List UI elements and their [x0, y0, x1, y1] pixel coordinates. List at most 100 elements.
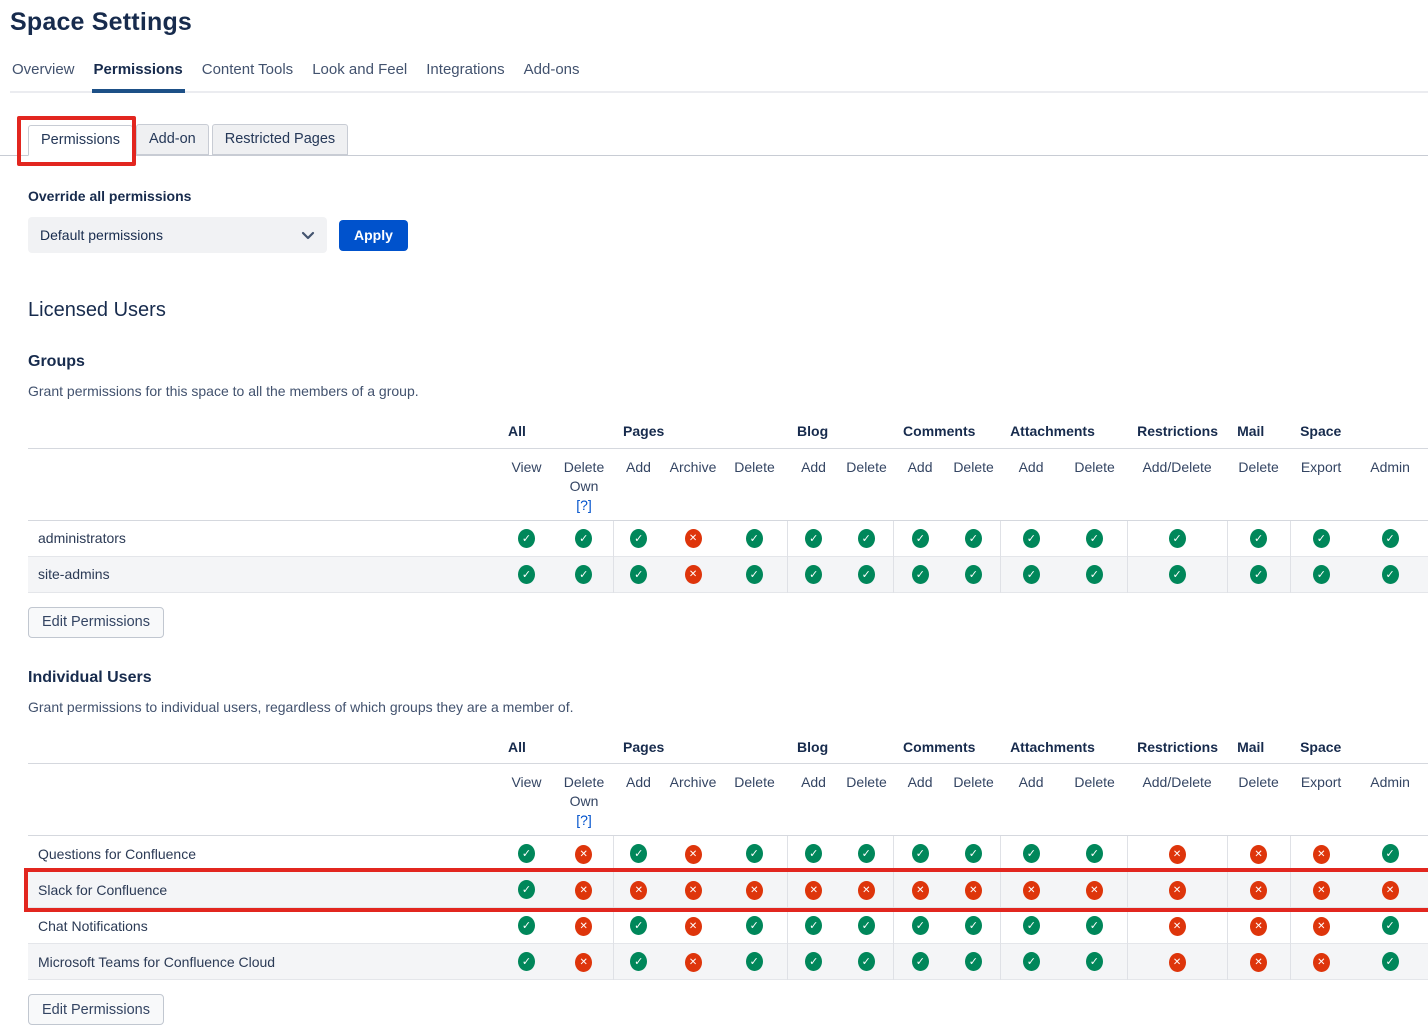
permission-allowed-icon: ✓ [1382, 952, 1399, 971]
nav-item-add-ons[interactable]: Add-ons [522, 57, 582, 91]
perm-cell: ✕ [1290, 908, 1352, 944]
permission-allowed-icon: ✓ [746, 916, 763, 935]
page-title: Space Settings [10, 8, 1428, 37]
edit-groups-permissions-button[interactable]: Edit Permissions [28, 607, 164, 638]
column-header-view: View [498, 764, 555, 836]
permission-denied-icon: ✕ [575, 881, 592, 900]
permission-allowed-icon: ✓ [965, 844, 982, 863]
licensed-users-heading: Licensed Users [28, 299, 1428, 322]
permission-allowed-icon: ✓ [575, 529, 592, 548]
permission-denied-icon: ✕ [1250, 845, 1267, 864]
subtab-bar: PermissionsAdd-onRestricted Pages [0, 124, 1428, 156]
apply-button[interactable]: Apply [339, 220, 408, 251]
permission-allowed-icon: ✓ [1086, 844, 1103, 863]
column-header-export: Export [1290, 448, 1352, 520]
permission-allowed-icon: ✓ [1382, 844, 1399, 863]
table-row-chat-notifications: Chat Notifications✓✕✓✕✓✓✓✓✓✓✓✕✕✕✓ [28, 908, 1428, 944]
permission-denied-icon: ✕ [1169, 845, 1186, 864]
permission-denied-icon: ✕ [685, 845, 702, 864]
permission-allowed-icon: ✓ [1086, 529, 1103, 548]
perm-cell: ✓ [947, 836, 1000, 872]
subtab-add-on[interactable]: Add-on [136, 124, 209, 155]
permission-allowed-icon: ✓ [1086, 952, 1103, 971]
individual-permissions-table: AllPagesBlogCommentsAttachmentsRestricti… [28, 731, 1428, 981]
perm-cell: ✕ [555, 836, 613, 872]
perm-cell: ✕ [555, 872, 613, 908]
permission-denied-icon: ✕ [1169, 953, 1186, 972]
perm-cell: ✓ [722, 556, 787, 592]
permission-denied-icon: ✕ [1169, 881, 1186, 900]
column-header-export: Export [1290, 764, 1352, 836]
perm-cell: ✓ [1000, 908, 1062, 944]
permission-allowed-icon: ✓ [965, 916, 982, 935]
perm-cell: ✓ [498, 908, 555, 944]
column-header-add-delete: Add/Delete [1127, 764, 1227, 836]
permission-allowed-icon: ✓ [1023, 844, 1040, 863]
permission-allowed-icon: ✓ [1313, 529, 1330, 548]
edit-individual-permissions-button[interactable]: Edit Permissions [28, 994, 164, 1025]
permission-allowed-icon: ✓ [912, 565, 929, 584]
column-header-delete: Delete [1227, 764, 1290, 836]
perm-cell: ✓ [613, 908, 664, 944]
nav-item-look-and-feel[interactable]: Look and Feel [310, 57, 409, 91]
subtab-restricted-pages[interactable]: Restricted Pages [212, 124, 348, 155]
perm-cell: ✓ [498, 520, 555, 556]
permissions-dropdown[interactable]: Default permissions [28, 217, 327, 253]
column-group-blog: Blog [787, 731, 893, 764]
perm-cell: ✓ [840, 908, 893, 944]
nav-item-content-tools[interactable]: Content Tools [200, 57, 295, 91]
nav-item-overview[interactable]: Overview [10, 57, 77, 91]
permission-allowed-icon: ✓ [1086, 565, 1103, 584]
column-header-archive: Archive [664, 764, 722, 836]
perm-cell: ✓ [498, 556, 555, 592]
perm-cell: ✓ [787, 944, 840, 980]
subtab-permissions[interactable]: Permissions [28, 125, 133, 156]
perm-cell: ✓ [787, 520, 840, 556]
column-header-view: View [498, 448, 555, 520]
permission-allowed-icon: ✓ [965, 529, 982, 548]
perm-cell: ✓ [1352, 908, 1428, 944]
column-group-attachments: Attachments [1000, 731, 1127, 764]
perm-cell: ✓ [1062, 556, 1127, 592]
permission-denied-icon: ✕ [1086, 881, 1103, 900]
permission-allowed-icon: ✓ [858, 952, 875, 971]
delete-own-help-link[interactable]: [?] [555, 811, 613, 830]
row-name: administrators [28, 520, 498, 556]
permission-denied-icon: ✕ [1169, 917, 1186, 936]
column-group-mail: Mail [1227, 415, 1290, 448]
permission-allowed-icon: ✓ [1382, 565, 1399, 584]
column-header-delete-own: Delete Own[?] [555, 448, 613, 520]
perm-cell: ✓ [840, 520, 893, 556]
perm-cell: ✓ [787, 908, 840, 944]
permission-allowed-icon: ✓ [518, 880, 535, 899]
annotation-box-subtab [17, 116, 136, 166]
groups-description: Grant permissions for this space to all … [28, 383, 1428, 399]
permission-allowed-icon: ✓ [630, 529, 647, 548]
permission-allowed-icon: ✓ [746, 952, 763, 971]
nav-item-permissions[interactable]: Permissions [92, 57, 185, 93]
perm-cell: ✓ [1352, 556, 1428, 592]
column-header-delete: Delete [1062, 764, 1127, 836]
delete-own-help-link[interactable]: [?] [555, 496, 613, 515]
column-header-add: Add [1000, 448, 1062, 520]
permission-allowed-icon: ✓ [1250, 529, 1267, 548]
permission-allowed-icon: ✓ [1313, 565, 1330, 584]
column-header-delete: Delete [722, 764, 787, 836]
column-group-all: All [498, 731, 613, 764]
perm-cell: ✓ [1227, 556, 1290, 592]
main-nav: Overview Permissions Content Tools Look and… [10, 57, 1428, 93]
nav-item-integrations[interactable]: Integrations [424, 57, 506, 91]
perm-cell: ✓ [613, 520, 664, 556]
permission-allowed-icon: ✓ [805, 565, 822, 584]
permission-allowed-icon: ✓ [746, 844, 763, 863]
column-group-blog: Blog [787, 415, 893, 448]
perm-cell: ✕ [1000, 872, 1062, 908]
perm-cell: ✕ [1127, 908, 1227, 944]
column-group-mail: Mail [1227, 731, 1290, 764]
column-header-add: Add [893, 764, 947, 836]
permission-allowed-icon: ✓ [1023, 565, 1040, 584]
permission-allowed-icon: ✓ [912, 916, 929, 935]
permission-allowed-icon: ✓ [1382, 529, 1399, 548]
perm-cell: ✓ [722, 520, 787, 556]
perm-cell: ✓ [722, 944, 787, 980]
